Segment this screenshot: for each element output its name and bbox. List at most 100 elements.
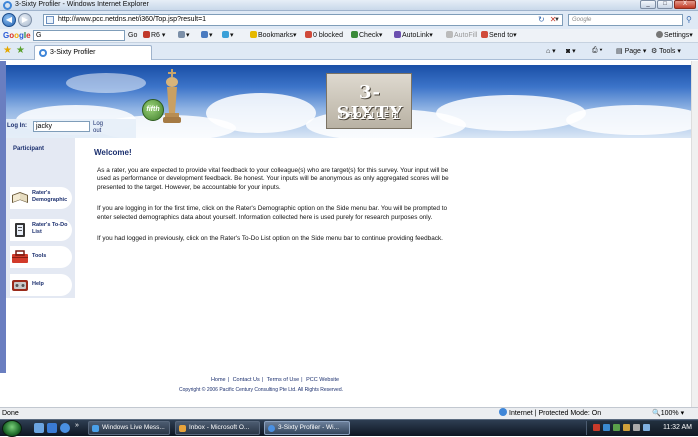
news-icon[interactable]: ▾ xyxy=(201,31,213,41)
ie-icon xyxy=(39,49,47,57)
feeds-icon[interactable]: ◙ ▾ xyxy=(566,47,576,55)
maximize-button[interactable]: □ xyxy=(657,0,673,9)
username-field[interactable]: jacky xyxy=(33,121,90,132)
go-button[interactable]: Go xyxy=(128,31,137,41)
chess-king-icon xyxy=(163,69,181,123)
refresh-icon[interactable]: ↻ xyxy=(538,15,550,24)
welcome-content: Welcome! As a rater, you are expected to… xyxy=(94,148,454,256)
logout-link[interactable]: Log out xyxy=(93,121,107,135)
returning-paragraph: If you had logged in previously, click o… xyxy=(97,235,443,243)
zoom-control[interactable]: 🔍100% ▾ xyxy=(652,408,684,419)
page-title: Welcome! xyxy=(94,148,132,157)
search-icon[interactable]: ⚲ xyxy=(686,15,692,24)
tray-icon[interactable] xyxy=(593,424,600,431)
taskbar: » Windows Live Mess... Inbox - Microsoft… xyxy=(0,419,698,437)
google-toolbar: Google G Go R6 ▾ ▾ ▾ ▾ Bookmarks▾ 0 bloc… xyxy=(0,29,698,43)
network-icon[interactable] xyxy=(643,424,650,431)
first-time-paragraph: If you are logging in for the first time… xyxy=(97,205,448,221)
show-desktop-icon[interactable] xyxy=(34,423,44,433)
status-bar: Done Internet | Protected Mode: On 🔍100%… xyxy=(0,407,698,419)
window-title: 3-Sixty Profiler - Windows Internet Expl… xyxy=(15,1,149,8)
close-button[interactable]: X xyxy=(674,0,696,9)
autolink-button[interactable]: AutoLink▾ xyxy=(394,31,433,41)
clipboard-icon xyxy=(15,223,25,237)
copyright: Copyright © 2006 Pacific Century Consult… xyxy=(178,387,344,393)
security-zone[interactable]: Internet | Protected Mode: On xyxy=(499,408,601,419)
taskbar-button-outlook[interactable]: Inbox - Microsoft O... xyxy=(175,421,260,435)
ie-quicklaunch-icon[interactable] xyxy=(60,423,70,433)
add-favorites-icon[interactable]: ★ xyxy=(16,45,25,56)
fifth-emblem-logo: fifth xyxy=(142,99,164,121)
taskbar-button-ie[interactable]: 3-Sixty Profiler - Wi... xyxy=(264,421,350,435)
popup-blocker-button[interactable]: 0 blocked xyxy=(305,31,343,41)
sidebar-item-label: Help xyxy=(32,281,44,287)
tab-row: ★ ★ 3-Sixty Profiler ⌂ ▾ ◙ ▾ ⎙ ▾ ▤ Page … xyxy=(0,43,698,60)
sidebar-item-raters-todo-list[interactable]: Rater's To-Do List xyxy=(10,219,72,241)
print-icon[interactable]: ⎙ ▾ xyxy=(592,47,603,55)
tray-icon[interactable] xyxy=(603,424,610,431)
messenger-icon xyxy=(92,425,99,432)
sidebar-item-label: Rater's To-Do List xyxy=(32,222,68,235)
volume-icon[interactable] xyxy=(633,424,640,431)
logo-sub-text: PROFILER xyxy=(340,112,400,119)
window-title-bar: 3-Sixty Profiler - Windows Internet Expl… xyxy=(0,0,698,11)
3-sixty-profiler-logo: 3-SIXTY PROFILER xyxy=(326,73,412,129)
url-field[interactable]: http://www.pcc.netdns.net/i360/Top.jsp?r… xyxy=(43,14,563,26)
page-menu[interactable]: ▤ Page ▾ xyxy=(616,47,646,55)
url-text: http://www.pcc.netdns.net/i360/Top.jsp?r… xyxy=(58,16,207,23)
book-icon xyxy=(12,192,28,203)
home-icon[interactable]: ⌂ ▾ xyxy=(546,47,556,55)
translate-icon[interactable]: ▾ xyxy=(222,31,234,41)
system-tray: 11:32 AM xyxy=(586,421,698,435)
switch-windows-icon[interactable] xyxy=(47,423,57,433)
tools-menu[interactable]: ⚙ Tools ▾ xyxy=(651,47,681,55)
globe-icon xyxy=(499,408,507,416)
web-page: fifth 3-SIXTY PROFILER Log In: jacky Log… xyxy=(0,61,698,407)
toolbar-options-icon[interactable]: ▾ xyxy=(178,31,190,41)
settings-button[interactable]: Settings▾ xyxy=(656,31,693,41)
clock[interactable]: 11:32 AM xyxy=(663,422,692,434)
footer-link-home[interactable]: Home xyxy=(210,377,227,383)
sidebar-item-label: Tools xyxy=(32,253,47,259)
forward-button[interactable]: ▶ xyxy=(18,13,32,27)
page-icon xyxy=(46,16,54,24)
footer-links: Home | Contact Us | Terms of Use | PCC Webs… xyxy=(210,377,340,383)
ie-icon xyxy=(268,425,275,432)
footer-link-terms[interactable]: Terms of Use xyxy=(266,377,300,383)
tray-icon[interactable] xyxy=(623,424,630,431)
intro-paragraph: As a rater, you are expected to provide … xyxy=(97,167,449,191)
help-icon xyxy=(12,280,28,291)
google-logo: Google xyxy=(3,31,31,40)
search-input[interactable]: Google xyxy=(568,14,683,26)
back-button[interactable]: ◀ xyxy=(2,13,16,27)
sidebar-item-label: Rater's Demographic xyxy=(32,190,68,203)
footer-link-pcc[interactable]: PCC Website xyxy=(305,377,340,383)
favorites-star-icon[interactable]: ★ xyxy=(3,45,12,56)
sidebar-item-raters-demographic[interactable]: Rater's Demographic xyxy=(10,187,72,209)
status-text: Done xyxy=(2,410,19,417)
google-search-input[interactable]: G xyxy=(33,30,125,41)
spell-check-button[interactable]: Check▾ xyxy=(351,31,382,41)
pagerank-icon[interactable]: R6 ▾ xyxy=(143,31,165,41)
send-to-button[interactable]: Send to▾ xyxy=(481,31,517,41)
login-label: Log In: xyxy=(7,123,27,129)
tab-label: 3-Sixty Profiler xyxy=(50,49,96,56)
start-button[interactable] xyxy=(2,420,22,437)
quicklaunch-overflow-icon[interactable]: » xyxy=(75,422,79,429)
tray-icon[interactable] xyxy=(613,424,620,431)
tab-3-sixty-profiler[interactable]: 3-Sixty Profiler xyxy=(34,45,152,60)
vertical-scrollbar[interactable] xyxy=(691,61,698,407)
footer-link-contact[interactable]: Contact Us xyxy=(232,377,261,383)
window-controls: _ □ X xyxy=(640,0,696,10)
taskbar-button-messenger[interactable]: Windows Live Mess... xyxy=(88,421,170,435)
ie-icon xyxy=(3,1,12,10)
stop-icon[interactable]: ✕ xyxy=(550,15,562,24)
sidebar-item-tools[interactable]: Tools xyxy=(10,246,72,268)
toolbox-icon xyxy=(12,250,28,263)
minimize-button[interactable]: _ xyxy=(640,0,656,9)
sidebar-heading: Participant xyxy=(13,146,45,152)
address-bar-row: ◀ ▶ http://www.pcc.netdns.net/i360/Top.j… xyxy=(0,11,698,29)
bookmarks-button[interactable]: Bookmarks▾ xyxy=(250,31,297,41)
sidebar-item-help[interactable]: Help xyxy=(10,274,72,296)
autofill-button[interactable]: AutoFill xyxy=(446,31,477,41)
